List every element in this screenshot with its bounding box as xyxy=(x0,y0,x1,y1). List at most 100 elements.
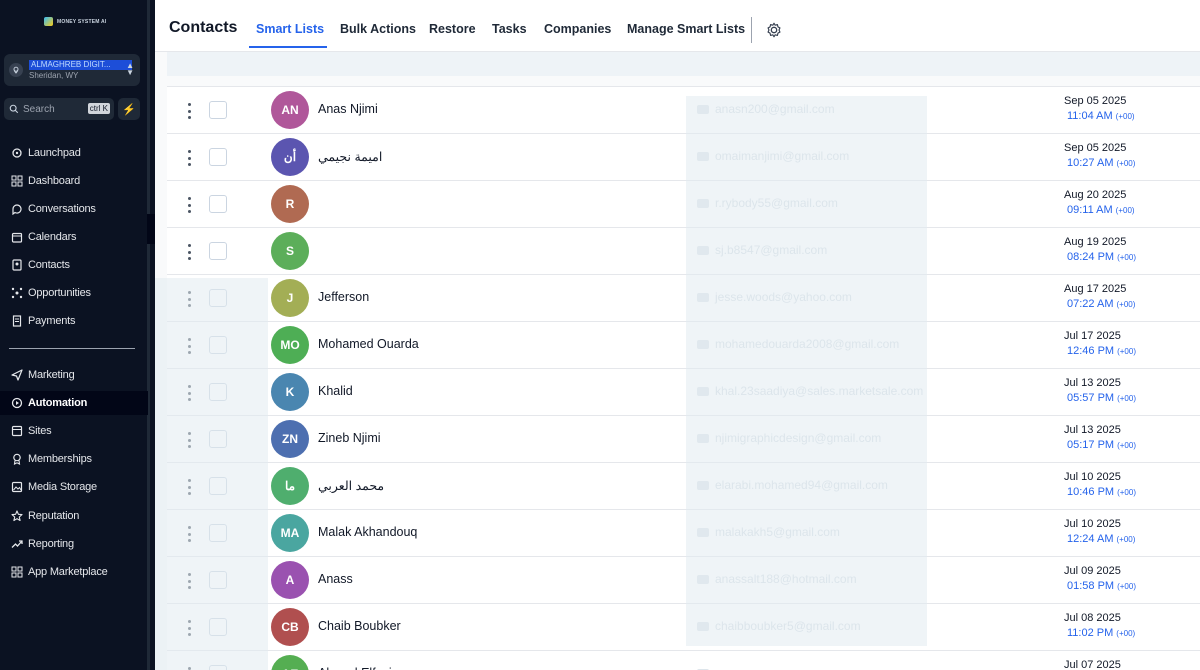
sidebar-item-opportunities[interactable]: Opportunities xyxy=(0,281,148,305)
chat-icon xyxy=(11,203,23,215)
timezone-offset: (+00) xyxy=(1116,629,1136,638)
row-checkbox[interactable] xyxy=(209,148,227,166)
table-row[interactable]: Rr.rybody55@gmail.comAug 20 202509:11 AM… xyxy=(167,180,1200,227)
table-row[interactable]: MAMalak Akhandouqmalakakh5@gmail.comJul … xyxy=(167,509,1200,556)
sidebar-item-marketing[interactable]: Marketing xyxy=(0,363,148,387)
contacts-content: ANAnas Njimianasn200@gmail.comSep 05 202… xyxy=(155,52,1200,670)
table-row[interactable]: AAnassanassalt188@hotmail.comJul 09 2025… xyxy=(167,556,1200,603)
avatar: CB xyxy=(271,608,309,646)
table-row[interactable]: JJeffersonjesse.woods@yahoo.comAug 17 20… xyxy=(167,274,1200,321)
send-icon xyxy=(11,369,23,381)
search-placeholder: Search xyxy=(23,103,55,115)
sidebar-item-reputation[interactable]: Reputation xyxy=(0,504,148,528)
sidebar-item-app-marketplace[interactable]: App Marketplace xyxy=(0,560,148,584)
avatar: K xyxy=(271,373,309,411)
tab-restore[interactable]: Restore xyxy=(429,22,476,36)
sidebar-item-calendars[interactable]: Calendars xyxy=(0,225,148,249)
table-row[interactable]: MOMohamed Ouardamohamedouarda2008@gmail.… xyxy=(167,321,1200,368)
created-date: Jul 08 2025 xyxy=(1064,612,1121,624)
sidebar-item-payments[interactable]: Payments xyxy=(0,309,148,333)
contact-name[interactable]: اميمة نجيمي xyxy=(318,149,382,164)
sidebar-item-memberships[interactable]: Memberships xyxy=(0,447,148,471)
avatar: أن xyxy=(271,138,309,176)
gear-icon[interactable] xyxy=(765,21,783,39)
avatar: A xyxy=(271,561,309,599)
created-time-value: 05:57 PM xyxy=(1067,392,1115,404)
trend-icon xyxy=(11,538,23,550)
created-time-value: 10:46 PM xyxy=(1067,486,1115,498)
sidebar-collapse-handle[interactable] xyxy=(147,214,155,244)
created-date: Jul 13 2025 xyxy=(1064,424,1121,436)
sidebar-item-reporting[interactable]: Reporting xyxy=(0,532,148,556)
contact-name[interactable]: Chaib Boubker xyxy=(318,619,401,633)
logo-mark-icon xyxy=(44,17,53,26)
contact-name[interactable]: Ahmed Elfasi xyxy=(318,666,392,670)
sidebar-item-sites[interactable]: Sites xyxy=(0,419,148,443)
contact-name[interactable]: Anass xyxy=(318,572,353,586)
sidebar-item-automation[interactable]: Automation xyxy=(0,391,148,415)
sidebar-item-label: Marketing xyxy=(28,369,75,381)
avatar: S xyxy=(271,232,309,270)
contact-name[interactable]: Mohamed Ouarda xyxy=(318,337,419,351)
tab-companies[interactable]: Companies xyxy=(544,22,611,36)
avatar: ما xyxy=(271,467,309,505)
sidebar-item-conversations[interactable]: Conversations xyxy=(0,197,148,221)
created-time: 07:22 AM (+00) xyxy=(1067,298,1135,310)
location-icon xyxy=(9,63,23,77)
search-shortcut: ctrl K xyxy=(87,103,110,114)
row-menu-icon[interactable] xyxy=(187,150,191,166)
quick-action-button[interactable]: ⚡ xyxy=(118,98,140,120)
sidebar-item-label: Media Storage xyxy=(28,481,97,493)
created-time-value: 09:11 AM xyxy=(1067,204,1113,216)
row-menu-icon[interactable] xyxy=(187,197,191,213)
timezone-offset: (+00) xyxy=(1117,488,1136,497)
contact-name[interactable]: Khalid xyxy=(318,384,353,398)
timezone-offset: (+00) xyxy=(1117,441,1136,450)
tab-tasks[interactable]: Tasks xyxy=(492,22,527,36)
table-row[interactable]: أناميمة نجيميomaimanjimi@gmail.comSep 05… xyxy=(167,133,1200,180)
sidebar-item-label: Reputation xyxy=(28,510,80,522)
timezone-offset: (+00) xyxy=(1117,347,1136,356)
row-checkbox[interactable] xyxy=(209,242,227,260)
search-input[interactable]: Search ctrl K xyxy=(4,98,114,120)
table-row[interactable]: ZNZineb Njiminjimigraphicdesign@gmail.co… xyxy=(167,415,1200,462)
created-time-value: 12:46 PM xyxy=(1067,345,1115,357)
row-checkbox[interactable] xyxy=(209,101,227,119)
avatar: AE xyxy=(271,655,309,670)
avatar: R xyxy=(271,185,309,223)
created-date: Jul 10 2025 xyxy=(1064,518,1121,530)
sidebar-item-media-storage[interactable]: Media Storage xyxy=(0,475,148,499)
contacts-icon xyxy=(11,259,23,271)
created-date: Jul 07 2025 xyxy=(1064,659,1121,670)
contact-name[interactable]: Zineb Njimi xyxy=(318,431,381,445)
sidebar-item-launchpad[interactable]: Launchpad xyxy=(0,141,148,165)
table-row[interactable]: Ssj.b8547@gmail.comAug 19 202508:24 PM(+… xyxy=(167,227,1200,274)
contact-name[interactable]: Anas Njimi xyxy=(318,102,378,116)
row-menu-icon[interactable] xyxy=(187,244,191,260)
timezone-offset: (+00) xyxy=(1115,206,1135,215)
top-bar: Contacts Smart Lists Bulk Actions Restor… xyxy=(155,0,1200,52)
row-menu-icon[interactable] xyxy=(187,103,191,119)
created-time: 08:24 PM (+00) xyxy=(1067,251,1136,263)
tab-bulk-actions[interactable]: Bulk Actions xyxy=(340,22,416,36)
table-row[interactable]: KKhalidkhal.23saadiya@sales.marketsale.c… xyxy=(167,368,1200,415)
table-row[interactable]: AE Ahmed Elfasi Jul 07 2025 xyxy=(167,650,1200,670)
tab-manage-smart-lists[interactable]: Manage Smart Lists xyxy=(627,22,745,36)
created-time-value: 05:17 PM xyxy=(1067,439,1115,451)
table-row[interactable]: CBChaib Boubkerchaibboubker5@gmail.comJu… xyxy=(167,603,1200,650)
contact-name[interactable]: Malak Akhandouq xyxy=(318,525,417,539)
contact-name[interactable]: Jefferson xyxy=(318,290,369,304)
created-date: Jul 10 2025 xyxy=(1064,471,1121,483)
toolbar-divider xyxy=(751,17,752,43)
sidebar-item-contacts[interactable]: Contacts xyxy=(0,253,148,277)
row-checkbox[interactable] xyxy=(209,195,227,213)
tab-smart-lists[interactable]: Smart Lists xyxy=(256,22,324,36)
table-row[interactable]: مامحمد العربيelarabi.mohamed94@gmail.com… xyxy=(167,462,1200,509)
contact-name[interactable]: محمد العربي xyxy=(318,478,384,493)
contact-email[interactable] xyxy=(697,666,715,670)
created-time: 11:02 PM (+00) xyxy=(1067,627,1135,639)
account-switcher[interactable]: ALMAGHREB DIGIT... Sheridan, WY ▲ ▼ xyxy=(4,54,140,86)
sidebar-item-dashboard[interactable]: Dashboard xyxy=(0,169,148,193)
created-time-value: 11:02 PM xyxy=(1067,627,1114,639)
table-row[interactable]: ANAnas Njimianasn200@gmail.comSep 05 202… xyxy=(167,86,1200,133)
